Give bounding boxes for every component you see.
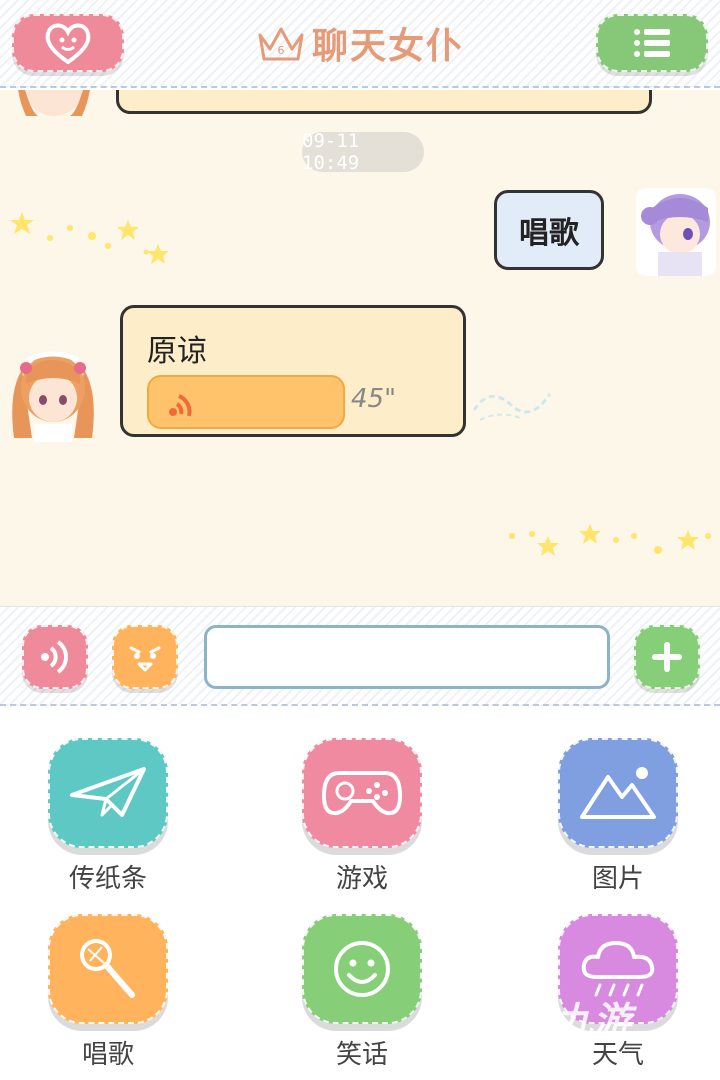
function-joke-icon-bg[interactable] <box>302 914 422 1024</box>
voice-message-player[interactable] <box>147 375 345 429</box>
user-message-text: 唱歌 <box>519 216 579 251</box>
gamepad-icon <box>321 771 403 816</box>
voice-duration: 45" <box>351 384 397 414</box>
watermark-text: 九游 <box>555 999 632 1043</box>
function-image-label: 图片 <box>591 864 644 894</box>
function-game-icon-bg[interactable] <box>302 738 422 848</box>
function-sing-icon-bg[interactable] <box>48 914 168 1024</box>
add-button[interactable] <box>634 625 700 689</box>
chat-area[interactable]: 09-11 10:49 唱歌 原谅 45" <box>0 90 720 606</box>
user-message-bubble[interactable]: 唱歌 <box>494 190 604 270</box>
function-joke[interactable]: 笑话 <box>302 914 426 1071</box>
function-note-icon-bg[interactable] <box>48 738 168 848</box>
function-sing[interactable]: 唱歌 <box>48 914 172 1071</box>
function-joke-label: 笑话 <box>335 1040 388 1070</box>
plus-icon <box>652 642 682 672</box>
crown-number: 6 <box>277 44 284 57</box>
function-note-label: 传纸条 <box>68 864 147 894</box>
function-sing-label: 唱歌 <box>81 1040 134 1070</box>
paper-plane-icon <box>70 767 146 817</box>
function-note[interactable]: 传纸条 <box>48 738 172 895</box>
message-timestamp: 09-11 10:49 <box>302 130 424 174</box>
voice-input-button[interactable] <box>22 625 88 689</box>
stars-decoration-left <box>10 212 169 264</box>
input-bar <box>0 606 720 706</box>
user-avatar[interactable] <box>636 188 716 276</box>
mountain-image-icon <box>580 767 656 819</box>
app-header: 6 聊天女仆 <box>0 0 720 88</box>
emoji-button[interactable] <box>112 625 178 689</box>
microphone-icon <box>80 939 135 998</box>
function-image-icon-bg[interactable] <box>558 738 678 848</box>
previous-message-bubble <box>116 90 652 114</box>
menu-button[interactable] <box>596 14 708 72</box>
crown-icon: 6 <box>258 27 304 61</box>
maid-message-bubble[interactable]: 原谅 45" <box>120 305 466 437</box>
page-title: 聊天女仆 <box>311 26 464 67</box>
maid-message-text: 原谅 <box>147 334 207 369</box>
maid-avatar[interactable] <box>6 342 100 442</box>
function-game-label: 游戏 <box>335 864 388 894</box>
voice-wave-icon <box>169 394 192 417</box>
function-game[interactable]: 游戏 <box>302 738 426 895</box>
stars-decoration-right <box>509 524 711 556</box>
swirl-decoration <box>472 393 552 421</box>
message-input[interactable] <box>204 625 610 689</box>
function-image[interactable]: 图片 <box>558 738 682 895</box>
smiley-face-icon <box>129 646 161 672</box>
smiley-icon <box>334 941 390 997</box>
maid-avatar-previous[interactable] <box>8 90 100 116</box>
menu-list-icon <box>634 29 670 57</box>
voice-wave-icon <box>41 640 68 674</box>
